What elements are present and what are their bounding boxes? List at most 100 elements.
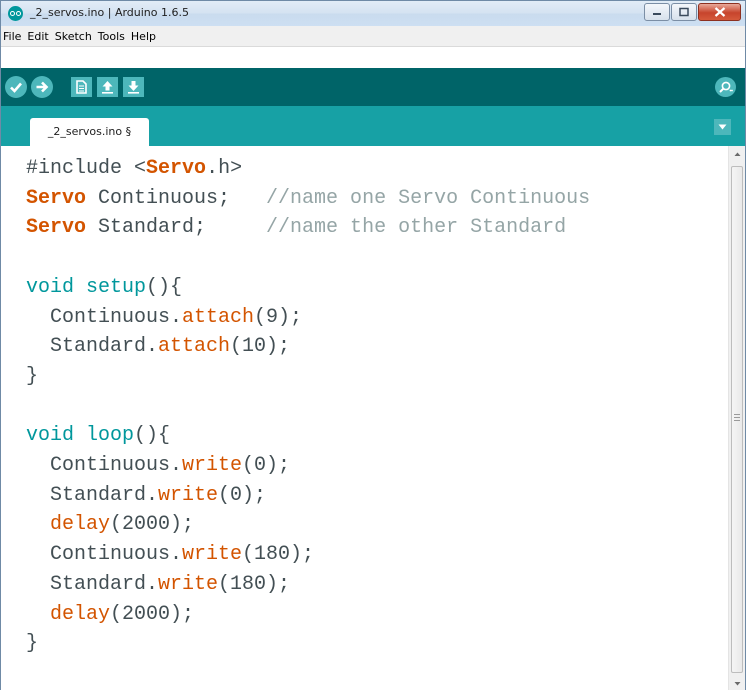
close-button[interactable] <box>698 3 741 21</box>
new-sketch-button[interactable] <box>71 77 92 97</box>
scroll-thumb[interactable] <box>731 166 743 673</box>
code-token: //name one Servo Continuous <box>266 186 591 210</box>
code-line: delay(2000); <box>26 510 590 540</box>
code-line: } <box>26 629 590 659</box>
code-token: Continuous; <box>86 186 267 210</box>
code-token: (10); <box>230 335 291 359</box>
code-text[interactable]: #include <Servo.h> Servo Continuous; //na… <box>26 154 590 659</box>
code-token: setup <box>86 275 147 299</box>
grip-icon <box>734 414 740 421</box>
code-token: write <box>158 483 219 507</box>
code-token: write <box>182 543 243 567</box>
code-token: (0); <box>242 454 291 478</box>
code-token: (2000); <box>110 513 195 537</box>
code-token: (0); <box>218 483 267 507</box>
code-token: #include <box>26 157 135 180</box>
menu-file[interactable]: File <box>1 30 24 43</box>
code-line: delay(2000); <box>26 600 590 630</box>
arduino-ide-window: _2_servos.ino | Arduino 1.6.5 File Edit … <box>0 0 746 690</box>
code-line: #include <Servo.h> <box>26 154 590 184</box>
new-icon <box>76 80 87 94</box>
code-token: < <box>134 157 147 180</box>
code-line: Servo Continuous; //name one Servo Conti… <box>26 184 590 214</box>
serial-monitor-button[interactable] <box>715 77 736 97</box>
code-token: write <box>182 454 243 478</box>
code-line: } <box>26 362 590 392</box>
scroll-up-button[interactable] <box>729 146 745 163</box>
arrow-up-icon <box>734 152 741 156</box>
maximize-icon <box>679 7 689 17</box>
close-icon <box>714 7 725 17</box>
code-line: void loop(){ <box>26 421 590 451</box>
code-token: void <box>26 424 75 448</box>
arduino-logo-icon <box>8 6 23 21</box>
save-button[interactable] <box>123 77 144 97</box>
code-editor[interactable]: #include <Servo.h> Servo Continuous; //na… <box>1 146 728 690</box>
menu-tools[interactable]: Tools <box>95 30 128 43</box>
verify-button[interactable] <box>5 76 27 98</box>
code-token: Standard. <box>26 483 159 507</box>
window-title: _2_servos.ino | Arduino 1.6.5 <box>30 6 189 19</box>
upload-button[interactable] <box>31 76 53 98</box>
code-token: (){ <box>134 424 171 448</box>
code-token: //name the other Standard <box>266 216 567 240</box>
code-token: Standard; <box>86 216 267 240</box>
maximize-button[interactable] <box>671 3 697 21</box>
code-token: (9); <box>254 305 303 329</box>
menu-help[interactable]: Help <box>128 30 159 43</box>
open-icon <box>102 81 113 94</box>
tab-bar: _2_servos.ino § <box>1 106 745 146</box>
toolbar <box>1 68 745 106</box>
serial-monitor-icon <box>719 81 733 93</box>
code-token: void <box>26 275 75 299</box>
code-token: attach <box>158 335 231 359</box>
code-token: loop <box>86 424 135 448</box>
arrow-down-icon <box>734 682 741 686</box>
code-token: Servo <box>146 157 207 180</box>
code-token: Servo <box>26 186 87 210</box>
code-token: .h> <box>206 157 243 180</box>
menu-edit[interactable]: Edit <box>24 30 51 43</box>
verify-icon <box>10 82 22 93</box>
code-line: Continuous.attach(9); <box>26 303 590 333</box>
title-bar: _2_servos.ino | Arduino 1.6.5 <box>1 1 745 26</box>
code-token: (2000); <box>110 602 195 626</box>
code-token: (){ <box>146 275 183 299</box>
code-line: Standard.write(180); <box>26 570 590 600</box>
scroll-down-button[interactable] <box>729 675 745 690</box>
save-icon <box>128 81 139 94</box>
code-token: Standard. <box>26 335 159 359</box>
minimize-button[interactable] <box>644 3 670 21</box>
menu-sketch[interactable]: Sketch <box>52 30 95 43</box>
code-token: (180); <box>242 543 315 567</box>
code-line: Servo Standard; //name the other Standar… <box>26 213 590 243</box>
upload-icon <box>36 81 49 93</box>
code-token: (180); <box>218 572 291 596</box>
code-token: } <box>26 632 39 656</box>
code-line: Continuous.write(180); <box>26 540 590 570</box>
code-line: void setup(){ <box>26 273 590 303</box>
code-token: Servo <box>26 216 87 240</box>
code-line: Standard.write(0); <box>26 481 590 511</box>
menu-bar: File Edit Sketch Tools Help <box>1 26 745 47</box>
window-controls <box>644 3 741 21</box>
code-token: } <box>26 364 39 388</box>
vertical-scrollbar[interactable] <box>728 146 745 690</box>
code-token: Continuous. <box>26 305 183 329</box>
code-token: Continuous. <box>26 543 183 567</box>
code-token: Continuous. <box>26 454 183 478</box>
code-token: delay <box>50 513 111 537</box>
minimize-icon <box>653 13 661 15</box>
open-button[interactable] <box>97 77 118 97</box>
code-token: attach <box>182 305 255 329</box>
code-line: Standard.attach(10); <box>26 332 590 362</box>
code-token: write <box>158 572 219 596</box>
tab-menu-button[interactable] <box>714 119 731 135</box>
tab-sketch[interactable]: _2_servos.ino § <box>30 118 149 146</box>
